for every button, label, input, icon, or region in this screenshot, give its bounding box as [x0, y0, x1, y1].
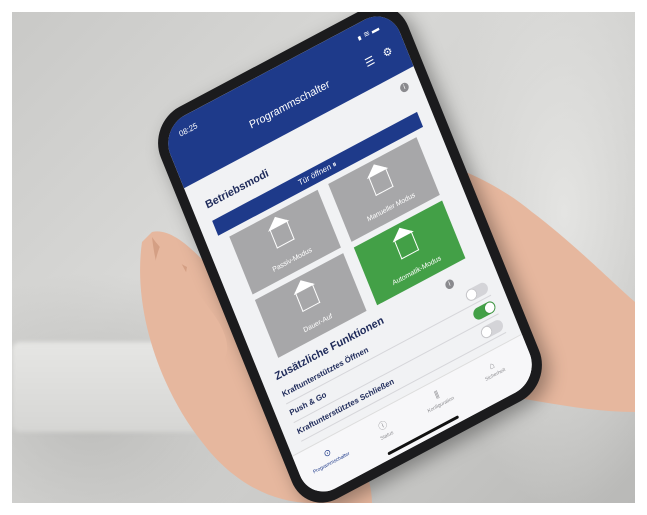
thumb-overlay [153, 242, 228, 362]
photo-background: 08:25 ∎ ≋ ▬ Programmschalter ☰ ⚙ i Betri… [12, 12, 635, 503]
